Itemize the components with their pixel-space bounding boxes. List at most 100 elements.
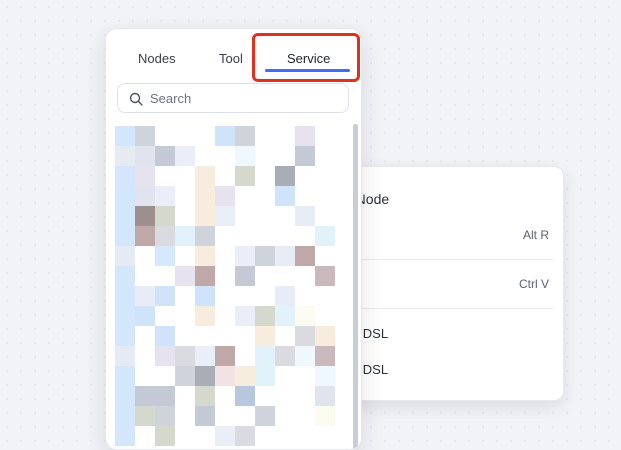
- redacted-pixel: [295, 206, 315, 226]
- redacted-pixel: [155, 146, 175, 166]
- redacted-pixel: [115, 326, 135, 346]
- redacted-pixel: [255, 406, 275, 426]
- redacted-pixel: [275, 346, 295, 366]
- redacted-pixel: [215, 126, 235, 146]
- redacted-pixel: [115, 166, 135, 186]
- redacted-pixel: [115, 286, 135, 306]
- redacted-pixel: [235, 306, 255, 326]
- redacted-pixel: [135, 226, 155, 246]
- tab-nodes[interactable]: Nodes: [138, 51, 176, 66]
- redacted-pixel: [215, 186, 235, 206]
- redacted-pixel: [195, 286, 215, 306]
- redacted-pixel: [115, 346, 135, 366]
- redacted-pixel: [115, 266, 135, 286]
- redacted-pixel: [195, 406, 215, 426]
- redacted-pixel: [275, 246, 295, 266]
- redacted-pixel: [115, 366, 135, 386]
- redacted-pixel: [315, 406, 335, 426]
- redacted-pixel: [115, 146, 135, 166]
- menu-divider: [344, 259, 553, 260]
- menu-item-add-node[interactable]: d Node: [336, 185, 563, 213]
- redacted-pixel: [195, 346, 215, 366]
- redacted-pixel: [155, 206, 175, 226]
- redacted-pixel: [315, 386, 335, 406]
- redacted-pixel: [135, 126, 155, 146]
- redacted-pixel: [235, 426, 255, 446]
- redacted-pixel: [295, 246, 315, 266]
- redacted-pixel: [235, 266, 255, 286]
- redacted-pixel: [215, 426, 235, 446]
- redacted-pixel: [235, 386, 255, 406]
- annotation-highlight-box: [252, 33, 360, 82]
- menu-item-shortcut: Ctrl V: [519, 277, 549, 291]
- redacted-pixel: [295, 146, 315, 166]
- menu-item-export-dsl[interactable]: ort DSL: [336, 319, 563, 347]
- redacted-pixel: [155, 426, 175, 446]
- redacted-pixel: [315, 346, 335, 366]
- redacted-pixel: [275, 286, 295, 306]
- redacted-pixel: [195, 226, 215, 246]
- redacted-pixel: [255, 246, 275, 266]
- menu-item-run[interactable]: n Alt R: [336, 221, 563, 249]
- redacted-pixel: [275, 166, 295, 186]
- redacted-pixel: [255, 306, 275, 326]
- redacted-pixel: [195, 366, 215, 386]
- redacted-pixel: [155, 406, 175, 426]
- scrollbar[interactable]: [353, 124, 358, 449]
- redacted-pixel: [115, 306, 135, 326]
- redacted-pixel: [295, 346, 315, 366]
- service-list-pixelated: [115, 126, 353, 449]
- redacted-pixel: [155, 226, 175, 246]
- redacted-pixel: [115, 126, 135, 146]
- redacted-pixel: [135, 406, 155, 426]
- redacted-pixel: [315, 266, 335, 286]
- picker-tabs: Nodes Tool Service: [106, 29, 361, 89]
- redacted-pixel: [195, 166, 215, 186]
- redacted-pixel: [115, 226, 135, 246]
- redacted-pixel: [195, 186, 215, 206]
- redacted-pixel: [255, 346, 275, 366]
- redacted-pixel: [135, 206, 155, 226]
- redacted-pixel: [235, 246, 255, 266]
- tab-tool[interactable]: Tool: [219, 51, 243, 66]
- redacted-pixel: [115, 246, 135, 266]
- redacted-pixel: [195, 246, 215, 266]
- redacted-pixel: [175, 346, 195, 366]
- search-input[interactable]: [148, 89, 332, 107]
- redacted-pixel: [115, 206, 135, 226]
- redacted-pixel: [235, 126, 255, 146]
- menu-divider: [344, 308, 553, 309]
- redacted-pixel: [115, 386, 135, 406]
- redacted-pixel: [115, 406, 135, 426]
- redacted-pixel: [215, 366, 235, 386]
- redacted-pixel: [235, 366, 255, 386]
- redacted-pixel: [255, 326, 275, 346]
- redacted-pixel: [315, 226, 335, 246]
- redacted-pixel: [215, 346, 235, 366]
- redacted-pixel: [135, 386, 155, 406]
- node-picker-panel: Nodes Tool Service: [105, 28, 362, 450]
- redacted-pixel: [195, 306, 215, 326]
- redacted-pixel: [155, 246, 175, 266]
- redacted-pixel: [135, 306, 155, 326]
- redacted-pixel: [115, 186, 135, 206]
- redacted-pixel: [155, 326, 175, 346]
- redacted-pixel: [315, 366, 335, 386]
- redacted-pixel: [215, 206, 235, 226]
- redacted-pixel: [235, 146, 255, 166]
- menu-item-shortcut: Alt R: [522, 228, 549, 242]
- redacted-pixel: [235, 166, 255, 186]
- redacted-pixel: [155, 346, 175, 366]
- redacted-pixel: [135, 286, 155, 306]
- redacted-pixel: [175, 146, 195, 166]
- redacted-pixel: [135, 186, 155, 206]
- menu-item-paste[interactable]: te Ctrl V: [336, 270, 563, 298]
- menu-item-import-dsl[interactable]: ort DSL: [336, 355, 563, 383]
- redacted-pixel: [195, 266, 215, 286]
- redacted-pixel: [175, 226, 195, 246]
- redacted-pixel: [255, 366, 275, 386]
- search-box[interactable]: [117, 83, 349, 113]
- redacted-pixel: [115, 426, 135, 446]
- redacted-pixel: [155, 286, 175, 306]
- context-menu: d Node n Alt R te Ctrl V ort DSL ort DSL: [335, 166, 564, 401]
